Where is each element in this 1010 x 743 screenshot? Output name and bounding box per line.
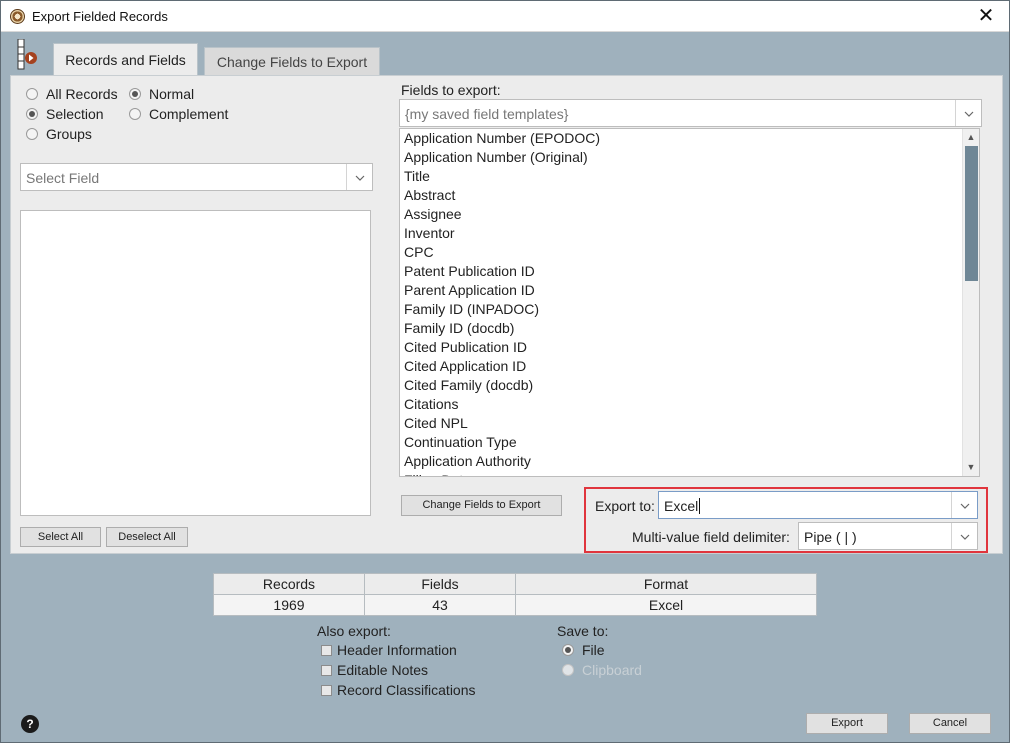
checkbox-header-information[interactable]: Header Information (321, 642, 457, 658)
title-bar: Export Fielded Records ✕ (1, 1, 1009, 32)
scroll-up-icon[interactable]: ▲ (963, 129, 979, 146)
selected-fields-list[interactable] (20, 210, 371, 516)
field-list-item[interactable]: Title (400, 167, 979, 186)
checkbox-record-classifications-box[interactable] (321, 684, 332, 696)
checkbox-header-information-box[interactable] (321, 644, 332, 656)
radio-normal[interactable]: Normal (129, 86, 194, 102)
export-to-label: Export to: (595, 498, 655, 514)
also-export-label: Also export: (317, 623, 391, 639)
scrollbar-thumb[interactable] (965, 146, 978, 281)
scroll-down-icon[interactable]: ▼ (963, 459, 979, 476)
radio-selection[interactable]: Selection (26, 106, 104, 122)
tab-change-fields-to-export[interactable]: Change Fields to Export (204, 47, 380, 75)
radio-groups[interactable]: Groups (26, 126, 92, 142)
radio-save-clipboard-indicator (562, 664, 574, 676)
help-icon[interactable]: ? (21, 715, 39, 733)
field-list-item[interactable]: Abstract (400, 186, 979, 205)
close-button[interactable]: ✕ (963, 1, 1009, 31)
field-list-item[interactable]: Assignee (400, 205, 979, 224)
field-list-item[interactable]: Cited Family (docdb) (400, 376, 979, 395)
field-list-item[interactable]: Cited Publication ID (400, 338, 979, 357)
chevron-down-icon[interactable] (951, 492, 977, 518)
cancel-button[interactable]: Cancel (909, 713, 991, 734)
summary-format-value: Excel (515, 594, 817, 616)
radio-all-records-indicator[interactable] (26, 88, 38, 100)
checkbox-editable-notes[interactable]: Editable Notes (321, 662, 428, 678)
export-arrow-icon (17, 39, 37, 70)
field-list-item[interactable]: CPC (400, 243, 979, 262)
checkbox-editable-notes-box[interactable] (321, 664, 332, 676)
radio-save-file-indicator[interactable] (562, 644, 574, 656)
summary-fields-value: 43 (364, 594, 516, 616)
summary-header-format: Format (515, 573, 817, 595)
field-list-item[interactable]: Citations (400, 395, 979, 414)
delimiter-dropdown[interactable]: Pipe ( | ) (798, 522, 978, 550)
delimiter-value: Pipe ( | ) (804, 529, 857, 545)
radio-selection-indicator[interactable] (26, 108, 38, 120)
field-list-item[interactable]: Patent Publication ID (400, 262, 979, 281)
checkbox-record-classifications-label: Record Classifications (337, 682, 476, 698)
summary-value-row: 1969 43 Excel (213, 594, 817, 616)
radio-selection-label: Selection (46, 106, 104, 122)
app-logo-icon (10, 9, 25, 24)
radio-all-records-label: All Records (46, 86, 118, 102)
radio-complement-indicator[interactable] (129, 108, 141, 120)
field-list-item[interactable]: Cited Application ID (400, 357, 979, 376)
chevron-down-icon[interactable] (951, 523, 977, 549)
summary-records-value: 1969 (213, 594, 365, 616)
radio-complement[interactable]: Complement (129, 106, 228, 122)
radio-groups-label: Groups (46, 126, 92, 142)
radio-save-file-label: File (582, 642, 605, 658)
save-to-label: Save to: (557, 623, 609, 639)
chevron-down-icon[interactable] (955, 100, 981, 126)
checkbox-header-information-label: Header Information (337, 642, 457, 658)
radio-normal-label: Normal (149, 86, 195, 102)
export-summary-table: Records Fields Format 1969 43 Excel (213, 573, 817, 616)
field-list-item[interactable]: Family ID (docdb) (400, 319, 979, 338)
select-field-dropdown[interactable]: Select Field (20, 163, 373, 191)
field-list-item[interactable]: Inventor (400, 224, 979, 243)
field-list-item[interactable]: Cited NPL (400, 414, 979, 433)
export-to-value[interactable]: Excel (664, 498, 701, 514)
tab-records-and-fields[interactable]: Records and Fields (53, 43, 198, 76)
fields-list-scrollbar[interactable]: ▲ ▼ (962, 129, 979, 476)
summary-header-records: Records (213, 573, 365, 595)
field-list-item[interactable]: Continuation Type (400, 433, 979, 452)
checkbox-record-classifications[interactable]: Record Classifications (321, 682, 476, 698)
field-list-item[interactable]: Application Number (EPODOC) (400, 129, 979, 148)
export-to-dropdown[interactable]: Excel (658, 491, 978, 519)
deselect-all-button[interactable]: Deselect All (106, 527, 188, 547)
field-template-placeholder: {my saved field templates} (405, 106, 569, 122)
field-list-item[interactable]: Filing Date (400, 471, 979, 476)
radio-normal-indicator[interactable] (129, 88, 141, 100)
field-list-item[interactable]: Application Number (Original) (400, 148, 979, 167)
fields-to-export-list[interactable]: Application Number (EPODOC) Application N… (399, 128, 980, 477)
chevron-down-icon[interactable] (346, 164, 372, 190)
field-list-item[interactable]: Application Authority (400, 452, 979, 471)
select-field-placeholder: Select Field (26, 170, 100, 186)
radio-save-clipboard-label: Clipboard (582, 662, 642, 678)
checkbox-editable-notes-label: Editable Notes (337, 662, 429, 678)
field-template-dropdown[interactable]: {my saved field templates} (399, 99, 982, 127)
radio-save-file[interactable]: File (562, 642, 605, 658)
radio-complement-label: Complement (149, 106, 229, 122)
fields-to-export-label: Fields to export: (401, 82, 501, 98)
summary-header-fields: Fields (364, 573, 516, 595)
field-list-item[interactable]: Family ID (INPADOC) (400, 300, 979, 319)
delimiter-label: Multi-value field delimiter: (632, 529, 790, 545)
select-all-button[interactable]: Select All (20, 527, 101, 547)
export-button[interactable]: Export (806, 713, 888, 734)
export-fielded-records-dialog: Export Fielded Records ✕ Records and Fie… (0, 0, 1010, 743)
radio-save-clipboard: Clipboard (562, 662, 642, 678)
summary-header-row: Records Fields Format (213, 573, 817, 595)
window-title: Export Fielded Records (32, 9, 168, 24)
radio-all-records[interactable]: All Records (26, 86, 118, 102)
radio-groups-indicator[interactable] (26, 128, 38, 140)
field-list-item[interactable]: Parent Application ID (400, 281, 979, 300)
change-fields-to-export-button[interactable]: Change Fields to Export (401, 495, 562, 516)
